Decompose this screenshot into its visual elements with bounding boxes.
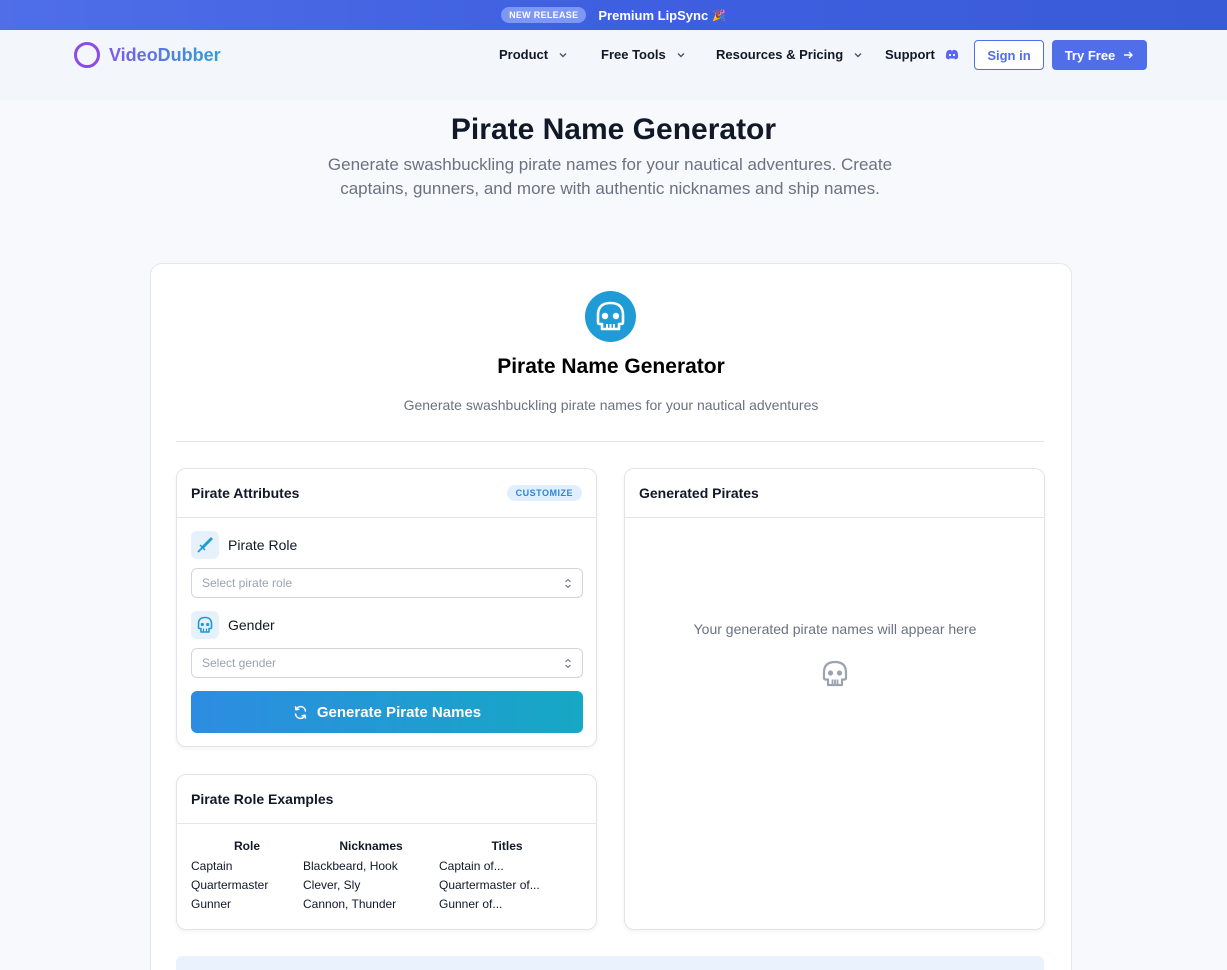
release-banner[interactable]: NEW RELEASE Premium LipSync 🎉 bbox=[0, 0, 1227, 30]
examples-title: Pirate Role Examples bbox=[191, 791, 334, 807]
nav-product-label: Product bbox=[499, 47, 549, 62]
empty-state-text: Your generated pirate names will appear … bbox=[693, 621, 977, 637]
sword-icon-box bbox=[191, 531, 219, 559]
skull-icon bbox=[585, 291, 636, 342]
skull-icon-box bbox=[191, 611, 219, 639]
nav-resources-pricing[interactable]: Resources & Pricing bbox=[716, 47, 863, 62]
chevron-down-icon bbox=[677, 52, 685, 57]
chevron-updown-icon bbox=[565, 658, 571, 668]
chevron-down-icon bbox=[559, 52, 567, 57]
chevron-down-icon bbox=[854, 52, 862, 57]
logo[interactable]: VideoDubber bbox=[74, 42, 221, 68]
gender-label-text: Gender bbox=[228, 617, 275, 633]
new-release-badge: NEW RELEASE bbox=[501, 7, 587, 23]
gender-label: Gender bbox=[191, 611, 275, 639]
table-cell: Gunner bbox=[191, 897, 232, 911]
divider bbox=[176, 441, 1044, 442]
pirate-role-select[interactable]: Select pirate role bbox=[191, 568, 583, 598]
table-header-row: Role Nicknames Titles bbox=[191, 839, 575, 859]
nav-free-tools-label: Free Tools bbox=[601, 47, 666, 62]
nav-support-label: Support bbox=[885, 47, 935, 62]
next-section-strip bbox=[176, 956, 1044, 970]
arrow-right-icon bbox=[1124, 51, 1134, 59]
table-cell: Clever, Sly bbox=[303, 878, 361, 892]
discord-icon bbox=[945, 49, 958, 60]
role-label: Pirate Role bbox=[191, 531, 297, 559]
attributes-panel: Pirate Attributes CUSTOMIZE Pirate Role … bbox=[176, 468, 597, 747]
navbar: VideoDubber Product Free Tools Resources… bbox=[0, 30, 1227, 100]
attributes-title: Pirate Attributes bbox=[191, 485, 300, 501]
table-row: Gunner Cannon, Thunder Gunner of... bbox=[191, 897, 575, 916]
gender-placeholder: Select gender bbox=[202, 656, 277, 670]
banner-label: Premium LipSync bbox=[598, 7, 709, 23]
examples-header: Pirate Role Examples bbox=[177, 775, 596, 824]
attributes-header: Pirate Attributes CUSTOMIZE bbox=[177, 469, 596, 518]
role-placeholder: Select pirate role bbox=[202, 576, 293, 590]
tool-subtitle: Generate swashbuckling pirate names for … bbox=[403, 397, 819, 413]
skull-icon bbox=[822, 660, 848, 687]
page-title: Pirate Name Generator bbox=[450, 113, 777, 146]
role-label-text: Pirate Role bbox=[228, 537, 298, 553]
sign-in-button[interactable]: Sign in bbox=[974, 40, 1044, 70]
try-free-button[interactable]: Try Free bbox=[1052, 40, 1147, 70]
results-panel: Generated Pirates Your generated pirate … bbox=[624, 468, 1045, 930]
column-header: Role bbox=[233, 839, 260, 853]
table-cell: Quartermaster bbox=[191, 878, 269, 892]
logo-ring-icon bbox=[74, 42, 100, 68]
table-cell: Gunner of... bbox=[439, 897, 503, 911]
column-header: Titles bbox=[491, 839, 523, 853]
gender-select[interactable]: Select gender bbox=[191, 648, 583, 678]
chevron-updown-icon bbox=[565, 578, 571, 588]
skull-icon bbox=[197, 616, 213, 633]
examples-panel: Pirate Role Examples Role Nicknames Titl… bbox=[176, 774, 597, 930]
table-cell: Blackbeard, Hook bbox=[303, 859, 398, 873]
table-cell: Captain of... bbox=[439, 859, 504, 873]
customize-badge: CUSTOMIZE bbox=[506, 485, 582, 501]
nav-resources-label: Resources & Pricing bbox=[716, 47, 844, 62]
sword-icon bbox=[197, 537, 213, 553]
column-header: Nicknames bbox=[339, 839, 403, 853]
logo-text: VideoDubber bbox=[109, 44, 221, 65]
banner-text[interactable]: Premium LipSync 🎉 bbox=[598, 8, 726, 23]
results-header: Generated Pirates bbox=[625, 469, 1044, 518]
nav-free-tools[interactable]: Free Tools bbox=[601, 47, 686, 62]
table-cell: Cannon, Thunder bbox=[303, 897, 397, 911]
examples-table: Role Nicknames Titles Captain Blackbeard… bbox=[191, 839, 575, 916]
nav-support[interactable]: Support bbox=[885, 47, 959, 62]
nav-product[interactable]: Product bbox=[499, 47, 568, 62]
results-title: Generated Pirates bbox=[639, 485, 759, 501]
try-free-label: Try Free bbox=[1064, 47, 1116, 63]
generate-pirate-names-button[interactable]: Generate Pirate Names bbox=[191, 691, 583, 733]
table-cell: Quartermaster of... bbox=[439, 878, 540, 892]
party-icon: 🎉 bbox=[712, 9, 726, 22]
page-subtitle: Generate swashbuckling pirate names for … bbox=[327, 155, 893, 198]
generate-label: Generate Pirate Names bbox=[316, 703, 482, 721]
tool-title: Pirate Name Generator bbox=[497, 355, 725, 378]
table-cell: Captain bbox=[191, 859, 233, 873]
table-row: Captain Blackbeard, Hook Captain of... bbox=[191, 859, 575, 878]
refresh-icon bbox=[294, 705, 307, 719]
table-row: Quartermaster Clever, Sly Quartermaster … bbox=[191, 878, 575, 897]
